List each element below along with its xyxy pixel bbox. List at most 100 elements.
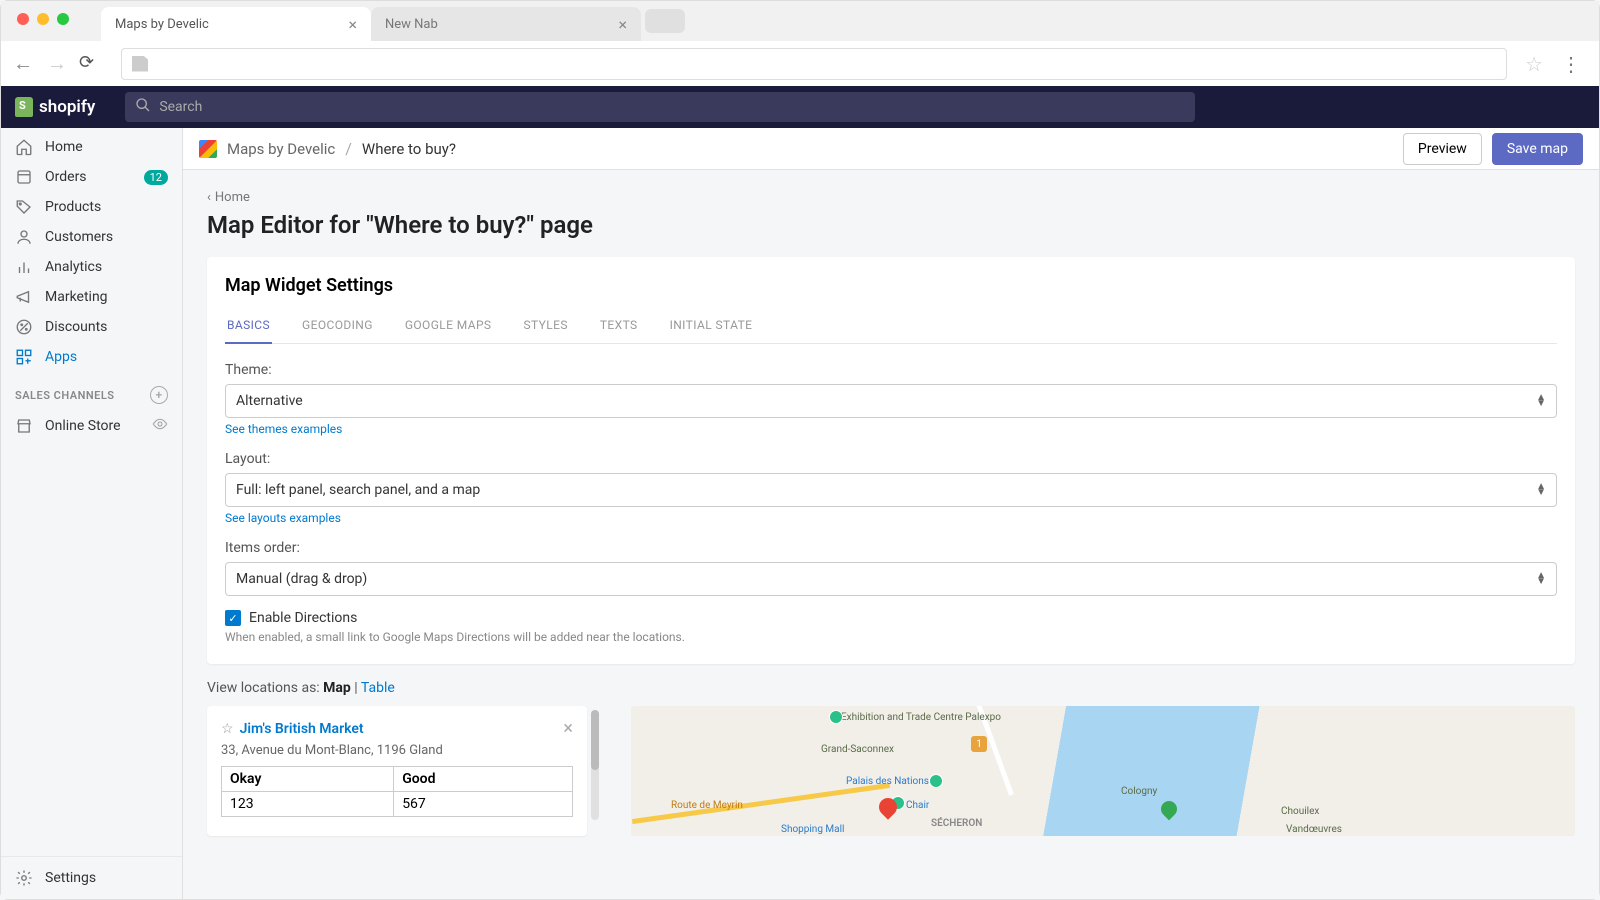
sidebar-item-online-store[interactable]: Online Store (1, 410, 182, 442)
sidebar: Home Orders 12 Products Customers Analyt… (1, 128, 183, 899)
tab-geocoding[interactable]: GEOCODING (300, 312, 375, 343)
map-poi-icon (829, 710, 843, 724)
map-poi-label: Palais des Nations (846, 776, 929, 787)
back-label: Home (215, 190, 250, 205)
chevron-updown-icon: ▲▼ (1536, 573, 1546, 585)
theme-select[interactable]: Alternative ▲▼ (225, 384, 1557, 418)
chevron-left-icon: ‹ (207, 190, 211, 205)
apps-icon (15, 348, 33, 366)
sidebar-item-discounts[interactable]: Discounts (1, 312, 182, 342)
theme-value: Alternative (236, 393, 303, 409)
table-row: 123 567 (222, 792, 573, 817)
map-poi-label: Exhibition and Trade Centre Palexpo (841, 712, 1001, 723)
tab-google-maps[interactable]: GOOGLE MAPS (403, 312, 494, 343)
search-input[interactable]: Search (125, 92, 1195, 122)
tab-styles[interactable]: STYLES (521, 312, 569, 343)
close-icon[interactable]: × (563, 718, 573, 739)
preview-button[interactable]: Preview (1403, 133, 1482, 165)
card-tabs: BASICS GEOCODING GOOGLE MAPS STYLES TEXT… (225, 312, 1557, 344)
back-button[interactable]: ← (11, 52, 35, 76)
location-table: Okay Good 123 567 (221, 766, 573, 817)
map-route-marker: 1 (971, 736, 987, 752)
eye-icon[interactable] (152, 416, 168, 436)
star-icon[interactable]: ☆ (221, 721, 234, 737)
back-link[interactable]: ‹ Home (207, 180, 1575, 211)
sidebar-item-marketing[interactable]: Marketing (1, 282, 182, 312)
order-value: Manual (drag & drop) (236, 571, 367, 587)
sidebar-item-orders[interactable]: Orders 12 (1, 162, 182, 192)
add-channel-icon[interactable]: + (150, 386, 168, 404)
map-poi-label: Cologny (1121, 786, 1157, 797)
view-as-sep: | (351, 680, 361, 696)
table-row: Okay Good (222, 767, 573, 792)
browser-tab-active[interactable]: Maps by Develic × (101, 7, 371, 41)
enable-directions-checkbox[interactable]: ✓ Enable Directions (225, 610, 1557, 626)
breadcrumb-app[interactable]: Maps by Develic (227, 140, 335, 158)
sidebar-item-label: Discounts (45, 319, 168, 335)
settings-card: Map Widget Settings BASICS GEOCODING GOO… (207, 257, 1575, 664)
url-bar[interactable] (121, 48, 1507, 80)
gear-icon (15, 869, 33, 887)
view-as-prefix: View locations as: (207, 680, 323, 696)
map-poi-label: Chouilex (1281, 806, 1319, 817)
map-poi-label: Vandœuvres (1286, 824, 1342, 835)
map-poi-label: SÉCHERON (931, 818, 982, 829)
sidebar-item-analytics[interactable]: Analytics (1, 252, 182, 282)
sidebar-item-apps[interactable]: Apps (1, 342, 182, 372)
orders-badge: 12 (144, 170, 168, 185)
products-icon (15, 198, 33, 216)
chevron-updown-icon: ▲▼ (1536, 395, 1546, 407)
shopify-header: shopify Search (1, 86, 1599, 128)
sidebar-section-header: SALES CHANNELS + (1, 372, 182, 410)
tab-title: Maps by Develic (115, 17, 209, 32)
view-as-table[interactable]: Table (361, 680, 395, 696)
store-icon (15, 417, 33, 435)
discounts-icon (15, 318, 33, 336)
marketing-icon (15, 288, 33, 306)
sidebar-item-label: Products (45, 199, 168, 215)
browser-chrome: Maps by Develic × New Nab × ← → ⟳ ☆ ⋮ (1, 1, 1599, 86)
sidebar-item-home[interactable]: Home (1, 132, 182, 162)
layout-select[interactable]: Full: left panel, search panel, and a ma… (225, 473, 1557, 507)
main-content: Maps by Develic / Where to buy? Preview … (183, 128, 1599, 899)
tab-texts[interactable]: TEXTS (598, 312, 640, 343)
map-view[interactable]: Exhibition and Trade Centre Palexpo Gran… (631, 706, 1575, 836)
bookmark-icon[interactable]: ☆ (1525, 52, 1543, 76)
table-header: Okay (222, 767, 394, 792)
close-icon[interactable]: × (348, 15, 357, 34)
window-close[interactable] (17, 13, 29, 25)
layout-help-link[interactable]: See layouts examples (225, 511, 341, 525)
table-header: Good (394, 767, 573, 792)
window-maximize[interactable] (57, 13, 69, 25)
new-tab-button[interactable] (645, 9, 685, 33)
order-select[interactable]: Manual (drag & drop) ▲▼ (225, 562, 1557, 596)
tab-basics[interactable]: BASICS (225, 312, 272, 344)
tab-initial-state[interactable]: INITIAL STATE (668, 312, 755, 343)
view-as-map[interactable]: Map (323, 680, 351, 696)
sidebar-item-label: Apps (45, 349, 168, 365)
sidebar-settings[interactable]: Settings (1, 856, 182, 899)
theme-help-link[interactable]: See themes examples (225, 422, 342, 436)
location-card: ☆ Jim's British Market × 33, Avenue du M… (207, 706, 587, 836)
close-icon[interactable]: × (618, 15, 627, 34)
map-poi-label: Shopping Mall (781, 824, 844, 835)
page-title: Map Editor for "Where to buy?" page (207, 211, 1575, 239)
section-label: SALES CHANNELS (15, 389, 115, 402)
tab-title: New Nab (385, 17, 438, 32)
sidebar-item-products[interactable]: Products (1, 192, 182, 222)
browser-tab-inactive[interactable]: New Nab × (371, 7, 641, 41)
settings-label: Settings (45, 870, 96, 886)
reload-button[interactable]: ⟳ (79, 52, 103, 76)
card-heading: Map Widget Settings (225, 275, 1557, 296)
location-name[interactable]: Jim's British Market (240, 721, 364, 737)
sidebar-item-label: Analytics (45, 259, 168, 275)
window-minimize[interactable] (37, 13, 49, 25)
sidebar-item-customers[interactable]: Customers (1, 222, 182, 252)
shopify-logo[interactable]: shopify (15, 97, 95, 117)
save-button[interactable]: Save map (1492, 133, 1583, 165)
menu-icon[interactable]: ⋮ (1553, 52, 1589, 76)
scrollbar[interactable] (591, 710, 599, 820)
forward-button[interactable]: → (45, 52, 69, 76)
checkbox-label: Enable Directions (249, 610, 357, 626)
home-icon (15, 138, 33, 156)
